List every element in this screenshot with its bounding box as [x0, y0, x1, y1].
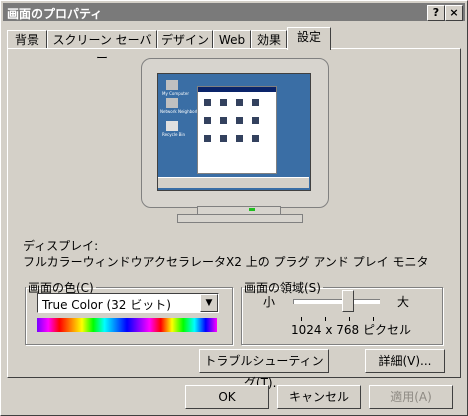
folder-icon — [236, 99, 243, 106]
network-icon — [166, 98, 178, 108]
display-label: ディスプレイ: — [23, 239, 99, 253]
folder-icon — [220, 117, 227, 124]
monitor-base — [177, 214, 303, 223]
tab-effects[interactable]: 効果 — [251, 30, 287, 49]
cancel-button[interactable]: キャンセル — [277, 385, 361, 409]
color-spectrum-preview — [37, 318, 217, 332]
folder-icon — [204, 135, 211, 142]
tab-appearance[interactable]: デザイン — [157, 30, 213, 49]
title-bar[interactable]: 画面のプロパティ ? × — [3, 3, 465, 21]
screen-area-group-label: 画面の領域(S) — [244, 281, 321, 295]
desktop-icon-label: My Computer — [162, 91, 189, 96]
color-depth-value: True Color (32 ビット) — [42, 298, 171, 312]
power-led-icon — [249, 208, 255, 211]
folder-icon — [252, 135, 259, 142]
folder-icon — [236, 117, 243, 124]
dropdown-arrow-icon[interactable]: ▼ — [200, 294, 218, 312]
apply-button[interactable]: 適用(A) — [369, 385, 453, 409]
tab-web[interactable]: Web — [213, 30, 251, 49]
folder-icon — [252, 117, 259, 124]
recycle-bin-icon — [166, 121, 178, 131]
preview-window-titlebar — [198, 87, 276, 92]
window-title: 画面のプロパティ — [7, 7, 103, 21]
tab-screensaver[interactable]: スクリーン セーバー — [47, 30, 157, 65]
preview-explorer-window — [197, 86, 277, 174]
display-value: フルカラーウィンドウアクセラレータX2 上の プラグ アンド プレイ モニタ — [23, 255, 429, 269]
troubleshoot-button[interactable]: トラブルシューティング(T)... — [199, 349, 329, 390]
desktop-icon-label: Recycle Bin — [162, 132, 186, 137]
slider-min-label: 小 — [263, 295, 276, 309]
preview-taskbar — [158, 177, 309, 188]
advanced-button[interactable]: 詳細(V)... — [365, 349, 445, 373]
resolution-slider-track[interactable] — [293, 299, 380, 304]
display-properties-window: 画面のプロパティ ? × 背景 スクリーン セーバー デザイン Web 効果 設… — [0, 0, 468, 416]
resolution-slider-thumb[interactable] — [342, 290, 355, 312]
folder-icon — [204, 117, 211, 124]
tab-background[interactable]: 背景 — [7, 30, 47, 49]
help-button[interactable]: ? — [427, 5, 445, 21]
ok-button[interactable]: OK — [185, 385, 269, 409]
folder-icon — [204, 99, 211, 106]
folder-icon — [252, 99, 259, 106]
folder-icon — [220, 99, 227, 106]
slider-max-label: 大 — [397, 295, 410, 309]
close-button[interactable]: × — [445, 5, 463, 21]
resolution-readout: 1024 x 768 ピクセル — [291, 323, 411, 337]
color-depth-select[interactable]: True Color (32 ビット) ▼ — [37, 293, 219, 313]
computer-icon — [166, 80, 178, 90]
folder-icon — [236, 135, 243, 142]
folder-icon — [220, 135, 227, 142]
tab-settings[interactable]: 設定 — [287, 27, 331, 50]
